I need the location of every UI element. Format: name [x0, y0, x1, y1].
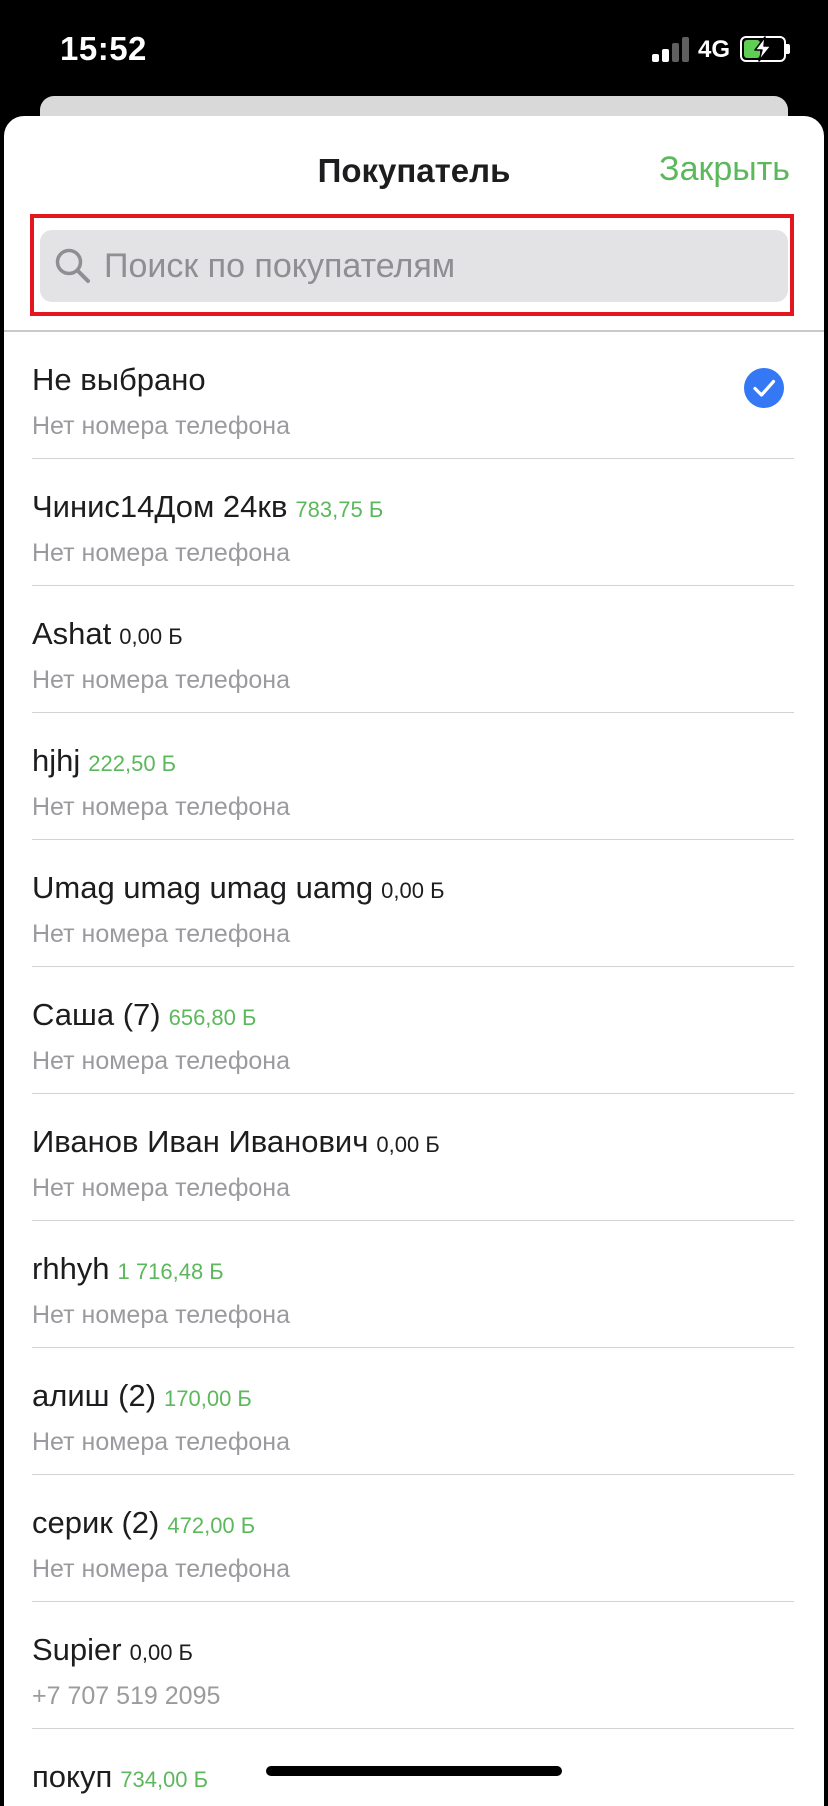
customer-bonus-balance: 734,00 Б [120, 1767, 209, 1792]
customer-phone: Нет номера телефона [32, 1174, 290, 1202]
customer-title: Supier 0,00 Б [32, 1632, 193, 1668]
customer-title: Umag umag umag uamg 0,00 Б [32, 870, 445, 906]
customer-title: hjhj 222,50 Б [32, 743, 176, 779]
customer-title: серик (2) 472,00 Б [32, 1505, 255, 1541]
cellular-signal-icon [652, 36, 692, 62]
customer-row[interactable]: Ashat 0,00 Б Нет номера телефона [4, 586, 824, 713]
customer-name: Supier [32, 1632, 122, 1667]
customer-bonus-balance: 0,00 Б [376, 1132, 440, 1157]
network-type-label: 4G [698, 36, 731, 63]
customer-phone: Нет номера телефона [32, 1047, 290, 1075]
customer-title: rhhyh 1 716,48 Б [32, 1251, 224, 1287]
close-button[interactable]: Закрыть [659, 150, 790, 189]
customer-name: алиш (2) [32, 1378, 157, 1413]
customer-title: Чинис14Дом 24кв 783,75 Б [32, 489, 383, 525]
customer-phone: Нет номера телефона [32, 793, 290, 821]
customer-row[interactable]: Не выбрано Нет номера телефона [4, 332, 824, 459]
customer-row[interactable]: hjhj 222,50 Б Нет номера телефона [4, 713, 824, 840]
customer-name: Иванов Иван Иванович [32, 1124, 369, 1159]
customer-phone: +7 707 519 2095 [32, 1682, 221, 1710]
customer-row[interactable]: Саша (7) 656,80 Б Нет номера телефона [4, 967, 824, 1094]
customer-phone: Нет номера телефона [32, 1301, 290, 1329]
customer-title: Иванов Иван Иванович 0,00 Б [32, 1124, 440, 1160]
status-time: 15:52 [60, 30, 147, 67]
customer-bonus-balance: 0,00 Б [381, 878, 445, 903]
customer-title: Саша (7) 656,80 Б [32, 997, 256, 1033]
customer-phone: Нет номера телефона [32, 920, 290, 948]
customer-name: серик (2) [32, 1505, 160, 1540]
battery-charging-icon [740, 36, 790, 62]
customer-bonus-balance: 0,00 Б [119, 624, 183, 649]
customer-name: покуп [32, 1759, 113, 1794]
customer-name: Ashat [32, 616, 112, 651]
customer-name: rhhyh [32, 1251, 110, 1286]
customer-row[interactable]: rhhyh 1 716,48 Б Нет номера телефона [4, 1221, 824, 1348]
customer-name: Не выбрано [32, 362, 206, 397]
customer-name: Чинис14Дом 24кв [32, 489, 288, 524]
customer-phone: Нет номера телефона [32, 666, 290, 694]
customer-row[interactable]: алиш (2) 170,00 Б Нет номера телефона [4, 1348, 824, 1475]
customer-bonus-balance: 472,00 Б [167, 1513, 256, 1538]
customer-row[interactable]: Umag umag umag uamg 0,00 Б Нет номера теле… [4, 840, 824, 967]
customer-row[interactable]: Иванов Иван Иванович 0,00 Б Нет номера тел… [4, 1094, 824, 1221]
customer-name: Саша (7) [32, 997, 161, 1032]
customer-name: Umag umag umag uamg [32, 870, 374, 905]
customer-phone: Нет номера телефона [32, 539, 290, 567]
customer-bonus-balance: 783,75 Б [295, 497, 384, 522]
customer-row[interactable]: серик (2) 472,00 Б Нет номера телефона [4, 1475, 824, 1602]
customer-title: Не выбрано [32, 362, 206, 398]
customer-bonus-balance: 0,00 Б [129, 1640, 193, 1665]
checkmark-selected-icon [744, 368, 784, 408]
customer-phone: Нет номера телефона [32, 1555, 290, 1583]
search-input[interactable] [104, 230, 774, 302]
customer-picker-sheet: Покупатель Закрыть Не выбраноНет номера … [4, 116, 824, 1806]
customer-title: Ashat 0,00 Б [32, 616, 183, 652]
search-field[interactable] [40, 230, 788, 302]
customer-bonus-balance: 1 716,48 Б [117, 1259, 224, 1284]
customer-title: покуп 734,00 Б [32, 1759, 208, 1795]
customer-row[interactable]: Supier 0,00 Б +7 707 519 2095 [4, 1602, 824, 1729]
customer-bonus-balance: 656,80 Б [168, 1005, 257, 1030]
customer-title: алиш (2) 170,00 Б [32, 1378, 252, 1414]
home-indicator [266, 1766, 562, 1776]
customer-bonus-balance: 222,50 Б [88, 751, 177, 776]
customer-row[interactable]: Чинис14Дом 24кв 783,75 Б Нет номера телефо… [4, 459, 824, 586]
customer-bonus-balance: 170,00 Б [164, 1386, 252, 1411]
customer-list: Не выбрано Нет номера телефона Чинис14Дом … [4, 332, 824, 1806]
search-icon [55, 248, 90, 283]
status-bar: 15:52 4G [0, 0, 828, 100]
customer-phone: Нет номера телефона [32, 1428, 290, 1456]
customer-phone: Нет номера телефона [32, 412, 290, 440]
customer-name: hjhj [32, 743, 81, 778]
